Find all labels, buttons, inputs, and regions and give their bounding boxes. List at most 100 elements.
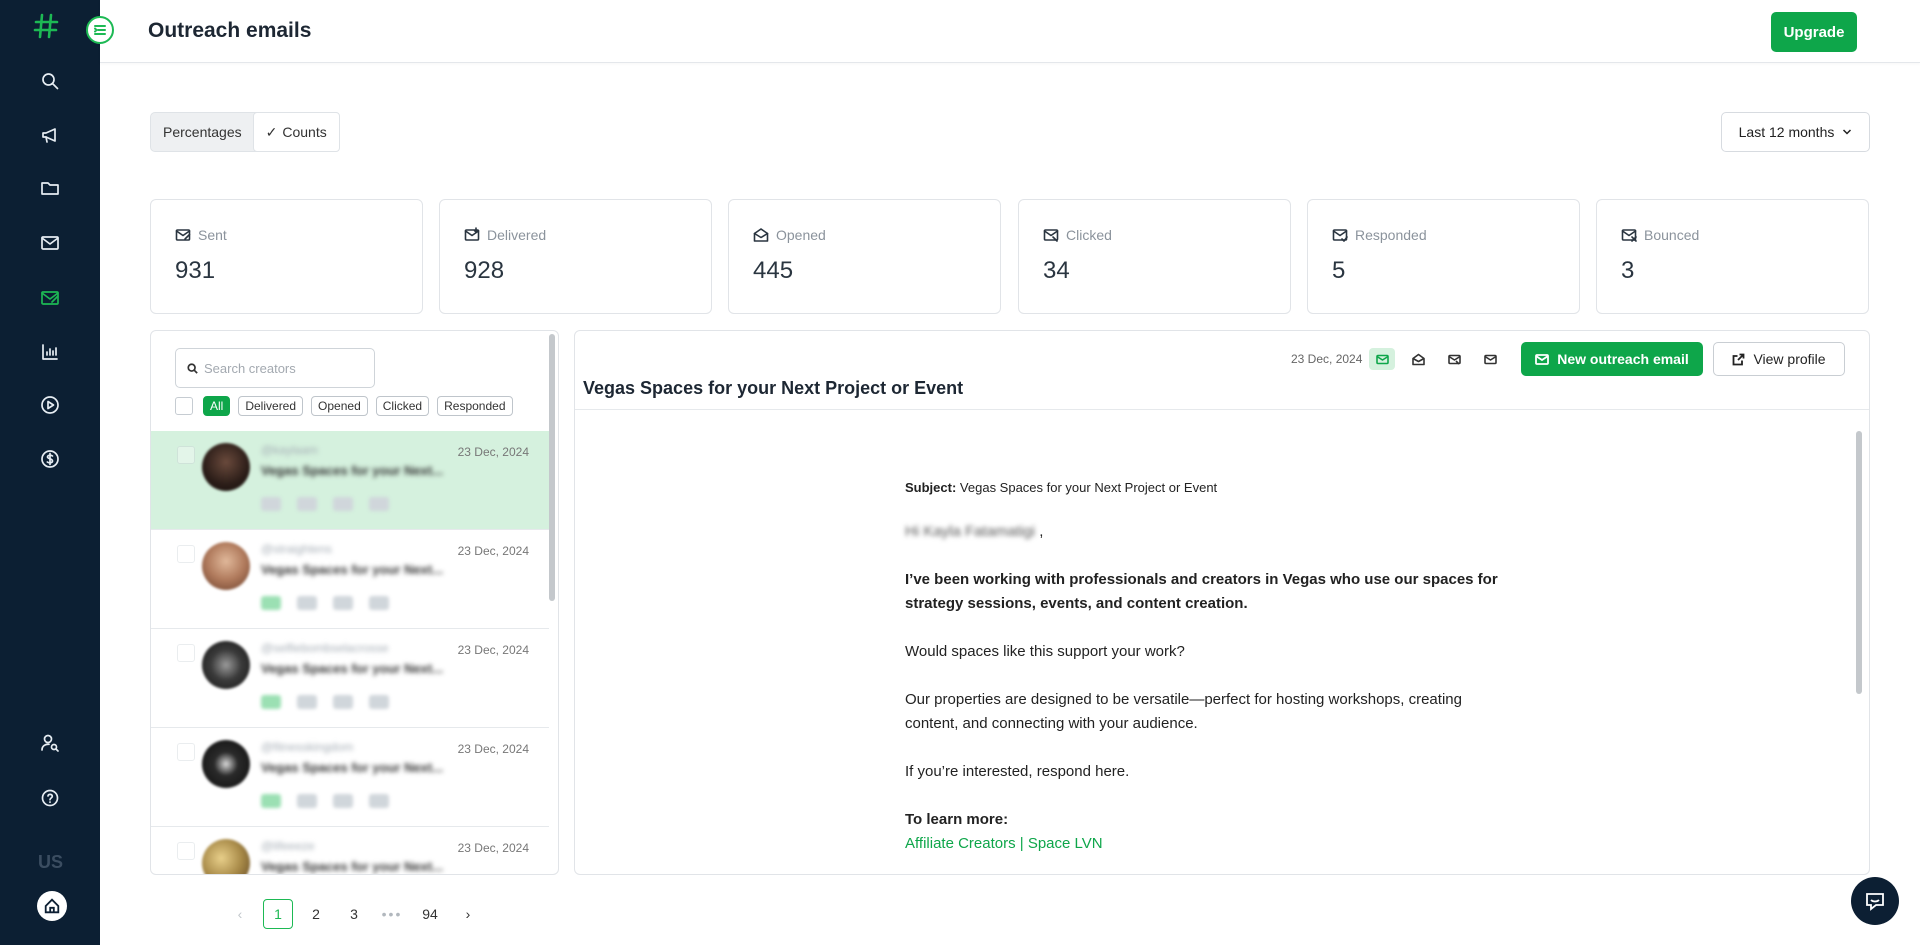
row-checkbox[interactable] <box>177 743 195 761</box>
stat-label: Delivered <box>487 227 547 243</box>
user-search-icon[interactable] <box>30 723 70 763</box>
email-subject-line: Subject: Vegas Spaces for your Next Proj… <box>905 476 1505 500</box>
stat-label: Bounced <box>1644 227 1700 243</box>
row-handle: @kaylaam <box>261 443 318 457</box>
row-checkbox[interactable] <box>177 545 195 563</box>
row-checkbox[interactable] <box>177 644 195 662</box>
mail-icon[interactable] <box>30 223 70 263</box>
pagination: ‹ 1 2 3 ••• 94 › <box>225 899 491 929</box>
stat-card-bounced: Bounced 3 <box>1596 199 1869 314</box>
upgrade-button[interactable]: Upgrade <box>1771 12 1857 52</box>
stat-card-clicked: Clicked 34 <box>1018 199 1291 314</box>
stat-card-delivered: Delivered 928 <box>439 199 712 314</box>
email-title: Vegas Spaces for your Next Project or Ev… <box>583 378 964 398</box>
email-paragraph: I’ve been working with professionals and… <box>905 571 1498 612</box>
creator-list-panel: All Delivered Opened Clicked Responded @… <box>150 330 559 875</box>
email-body: Subject: Vegas Spaces for your Next Proj… <box>905 476 1505 856</box>
responded-mail-icon <box>1332 229 1348 242</box>
row-date: 23 Dec, 2024 <box>457 544 529 558</box>
affiliate-link[interactable]: Affiliate Creators | Space LVN <box>905 835 1103 852</box>
list-item[interactable]: @kaylaam Vegas Spaces for your Next... 2… <box>151 431 549 530</box>
row-handle: @selfiebombselacrosse <box>261 641 389 655</box>
row-date: 23 Dec, 2024 <box>457 841 529 855</box>
page-2[interactable]: 2 <box>301 899 331 929</box>
page-ellipsis[interactable]: ••• <box>377 899 407 929</box>
row-status-icons <box>261 794 405 808</box>
counts-option-label: Counts <box>282 124 327 140</box>
page-1[interactable]: 1 <box>263 899 293 929</box>
stat-card-responded: Responded 5 <box>1307 199 1580 314</box>
row-status-icons <box>261 695 405 709</box>
subject-label: Subject: <box>905 480 957 495</box>
stat-value: 445 <box>753 257 794 284</box>
dollar-circle-icon[interactable] <box>30 439 70 479</box>
row-status-icons <box>261 596 405 610</box>
filter-all[interactable]: All <box>203 396 231 416</box>
divider <box>575 409 1869 410</box>
stat-value: 928 <box>464 257 505 284</box>
avatar <box>202 542 250 590</box>
chevron-down-icon <box>1843 129 1852 135</box>
row-subject: Vegas Spaces for your Next... <box>261 661 444 676</box>
stat-label: Opened <box>776 227 826 243</box>
folder-icon[interactable] <box>30 168 70 208</box>
sidebar-toggle-icon[interactable] <box>86 16 114 44</box>
stat-value: 5 <box>1332 257 1346 284</box>
stat-label: Responded <box>1355 227 1427 243</box>
email-paragraph: Would spaces like this support your work… <box>905 643 1185 660</box>
row-handle: @straightens <box>261 542 332 556</box>
stat-value: 3 <box>1621 257 1635 284</box>
row-checkbox[interactable] <box>177 842 195 860</box>
date-range-dropdown[interactable]: Last 12 months <box>1721 112 1870 152</box>
list-item[interactable]: @selfiebombselacrosse Vegas Spaces for y… <box>151 629 549 728</box>
sent-mail-icon <box>175 229 191 241</box>
chat-support-icon[interactable] <box>1851 877 1899 925</box>
stat-value: 34 <box>1043 257 1070 284</box>
stat-card-opened: Opened 445 <box>728 199 1001 314</box>
counts-option[interactable]: ✓ Counts <box>252 112 340 152</box>
row-subject: Vegas Spaces for your Next... <box>261 859 444 874</box>
play-circle-icon[interactable] <box>30 385 70 425</box>
opened-status-icon <box>1405 348 1431 370</box>
sidebar-footer-text: US <box>38 852 64 872</box>
opened-mail-icon <box>753 228 769 242</box>
search-icon[interactable] <box>30 61 70 101</box>
list-scrollbar[interactable] <box>549 334 555 601</box>
select-all-checkbox[interactable] <box>175 397 193 415</box>
list-item[interactable]: @lifeeeze Vegas Spaces for your Next... … <box>151 827 549 874</box>
view-profile-button[interactable]: View profile <box>1713 342 1845 376</box>
filter-opened[interactable]: Opened <box>311 396 368 416</box>
percentages-option[interactable]: Percentages <box>151 113 254 151</box>
help-circle-icon[interactable] <box>30 778 70 818</box>
hashtag-logo-icon[interactable] <box>32 12 62 42</box>
row-checkbox[interactable] <box>177 446 195 464</box>
search-box <box>175 348 375 388</box>
row-subject: Vegas Spaces for your Next... <box>261 463 444 478</box>
row-subject: Vegas Spaces for your Next... <box>261 760 444 775</box>
new-outreach-email-button[interactable]: New outreach email <box>1521 342 1703 376</box>
stat-label: Sent <box>198 227 227 243</box>
megaphone-icon[interactable] <box>30 115 70 155</box>
avatar <box>202 839 250 874</box>
workspace-home-icon[interactable] <box>37 891 67 921</box>
avatar <box>202 740 250 788</box>
bar-chart-icon[interactable] <box>30 332 70 372</box>
avatar <box>202 443 250 491</box>
search-icon <box>187 362 198 374</box>
stat-value: 931 <box>175 257 216 284</box>
row-status-icons <box>261 497 405 511</box>
detail-scrollbar[interactable] <box>1856 431 1862 694</box>
outreach-mail-icon[interactable] <box>30 278 70 318</box>
filter-delivered[interactable]: Delivered <box>238 396 304 416</box>
display-mode-toggle: Percentages ✓ Counts <box>150 112 340 152</box>
list-item[interactable]: @straightens Vegas Spaces for your Next.… <box>151 530 549 629</box>
list-item[interactable]: @fitnesskingdom Vegas Spaces for your Ne… <box>151 728 549 827</box>
search-creators-input[interactable] <box>204 360 374 376</box>
next-page-button[interactable]: › <box>453 899 483 929</box>
row-date: 23 Dec, 2024 <box>457 445 529 459</box>
filter-clicked[interactable]: Clicked <box>375 396 430 416</box>
filter-responded[interactable]: Responded <box>437 396 513 416</box>
prev-page-button[interactable]: ‹ <box>225 899 255 929</box>
page-94[interactable]: 94 <box>415 899 445 929</box>
page-3[interactable]: 3 <box>339 899 369 929</box>
